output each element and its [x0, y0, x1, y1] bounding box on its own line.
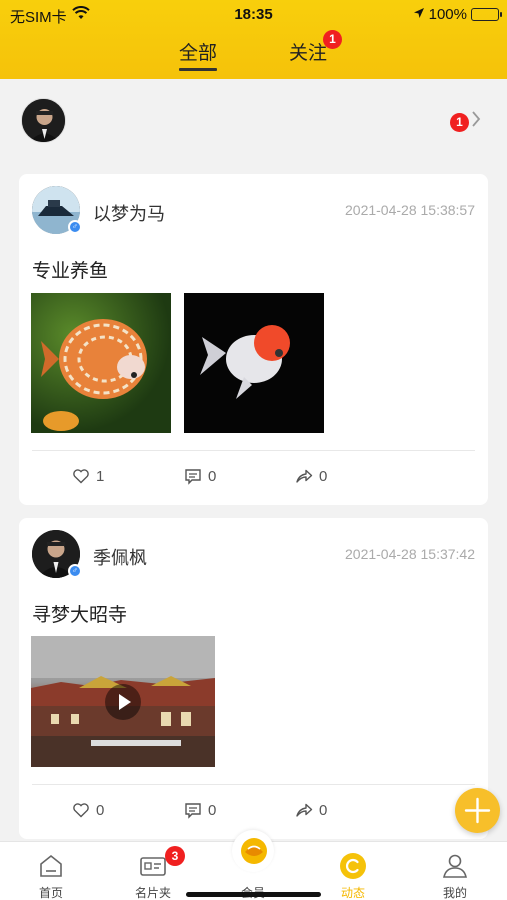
- post-author[interactable]: 以梦为马: [93, 200, 165, 226]
- share-icon: [296, 469, 313, 483]
- cards-badge: 3: [165, 846, 185, 866]
- comment-count: 0: [208, 467, 217, 485]
- tab-me[interactable]: 我的: [420, 842, 490, 900]
- card-icon: [140, 857, 166, 876]
- plus-icon: [464, 797, 491, 824]
- vip-icon: [241, 838, 267, 864]
- like-count: 0: [96, 801, 105, 819]
- add-post-button[interactable]: [455, 788, 500, 833]
- user-icon: [443, 854, 467, 878]
- like-count: 1: [96, 467, 105, 485]
- tab-follow[interactable]: 关注 1: [289, 30, 342, 65]
- tab-cards-label: 名片夹: [134, 886, 171, 900]
- tab-home-label: 首页: [38, 886, 63, 900]
- tab-feed[interactable]: 动态: [318, 842, 388, 900]
- chevron-right-icon: [471, 110, 481, 134]
- tab-follow-label: 关注: [289, 43, 328, 64]
- tab-home[interactable]: 首页: [16, 842, 86, 900]
- post-actions: 1 0 0: [19, 467, 488, 491]
- post-time: 2021-04-28 15:38:57: [345, 202, 475, 218]
- post-video[interactable]: [31, 636, 215, 767]
- notification-row[interactable]: 1: [21, 98, 487, 146]
- comment-icon: [185, 469, 201, 485]
- like-button[interactable]: 0: [72, 801, 104, 819]
- gender-male-icon: ♂: [68, 564, 82, 578]
- post-text: 专业养鱼: [32, 261, 109, 282]
- post-text: 寻梦大昭寺: [32, 605, 128, 626]
- status-bar: 无SIM卡 18:35 100%: [0, 4, 507, 26]
- comment-button[interactable]: 0: [184, 801, 216, 819]
- feed-tabs: 全部 关注 1: [0, 30, 507, 72]
- heart-icon: [73, 803, 89, 818]
- share-count: 0: [319, 467, 328, 485]
- share-icon: [296, 803, 313, 817]
- notification-badge: 1: [450, 113, 469, 132]
- heart-icon: [73, 469, 89, 484]
- post-time: 2021-04-28 15:37:42: [345, 546, 475, 562]
- share-button[interactable]: 0: [295, 467, 327, 485]
- comment-count: 0: [208, 801, 217, 819]
- divider: [32, 784, 475, 785]
- home-icon: [40, 854, 62, 877]
- post-image[interactable]: [184, 293, 324, 433]
- comment-button[interactable]: 0: [184, 467, 216, 485]
- post-author[interactable]: 季佩枫: [93, 544, 147, 570]
- post-card[interactable]: ♂ 以梦为马 2021-04-28 15:38:57 专业养鱼 1 0 0: [19, 174, 488, 505]
- comment-icon: [185, 803, 201, 819]
- gender-male-icon: ♂: [68, 220, 82, 234]
- battery-icon: [471, 8, 502, 21]
- tab-cards[interactable]: 3 名片夹: [118, 842, 188, 900]
- play-icon[interactable]: [105, 684, 141, 720]
- post-image[interactable]: [31, 293, 171, 433]
- tab-me-label: 我的: [442, 886, 467, 900]
- post-card[interactable]: ♂ 季佩枫 2021-04-28 15:37:42 寻梦大昭寺 0 0 0: [19, 518, 488, 839]
- tab-feed-label: 动态: [340, 886, 365, 900]
- top-header: 无SIM卡 18:35 100% 全部 关注 1: [0, 0, 507, 79]
- divider: [32, 450, 475, 451]
- avatar[interactable]: [21, 98, 66, 143]
- share-button[interactable]: 0: [295, 801, 327, 819]
- status-right: 100%: [413, 6, 502, 23]
- like-button[interactable]: 1: [72, 467, 104, 485]
- feed-icon: [340, 853, 366, 879]
- battery-percent: 100%: [428, 6, 467, 23]
- post-actions: 0 0 0: [19, 801, 488, 825]
- home-indicator: [186, 892, 321, 897]
- tab-all[interactable]: 全部: [179, 38, 218, 71]
- share-count: 0: [319, 801, 328, 819]
- location-icon: [413, 6, 425, 23]
- follow-badge: 1: [323, 30, 342, 49]
